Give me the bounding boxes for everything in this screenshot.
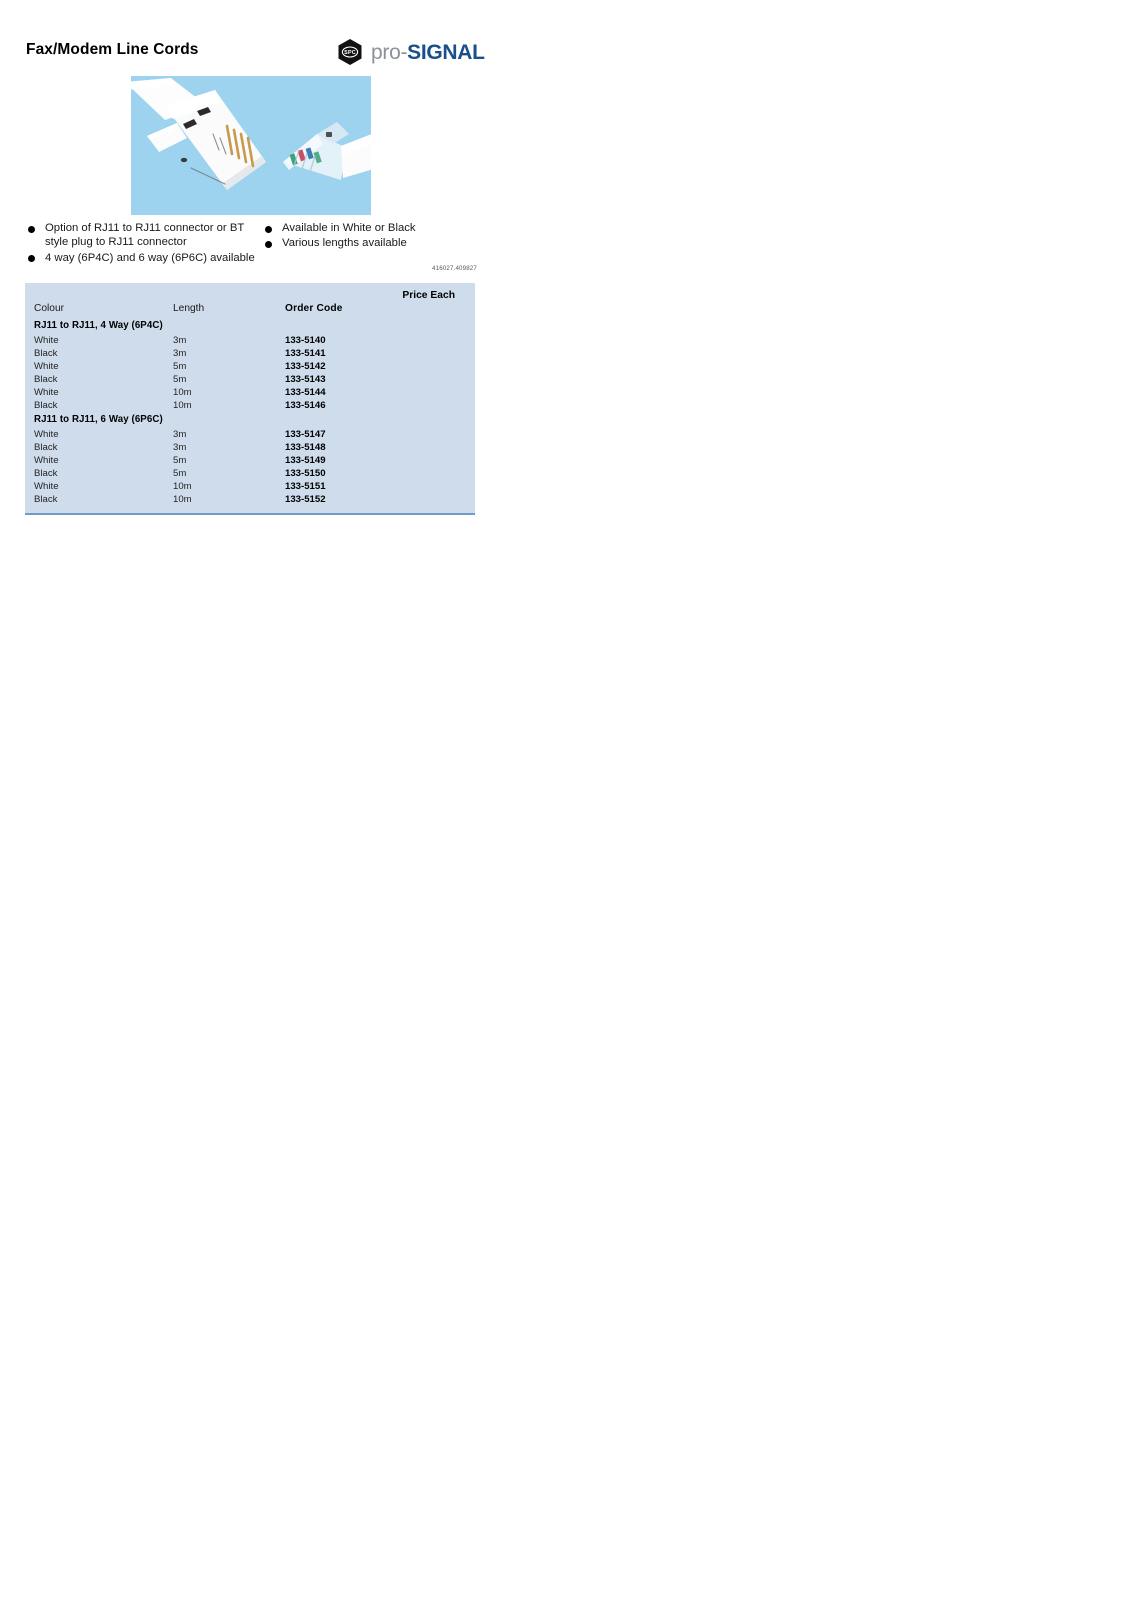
cell-length: 5m xyxy=(173,373,187,385)
datasheet-page: Fax/Modem Line Cords SPC pro-SIGNAL Opti… xyxy=(0,0,1131,1600)
feature-list: Option of RJ11 to RJ11 connector or BT s… xyxy=(26,221,476,269)
feature-item: Various lengths available xyxy=(263,236,478,250)
cell-colour: Black xyxy=(34,347,58,359)
cell-order-code[interactable]: 133-5144 xyxy=(285,387,326,398)
reference-code: 416027.409827 xyxy=(432,265,477,272)
cell-order-code[interactable]: 133-5141 xyxy=(285,348,326,359)
table-row: Black 5m 133-5150 xyxy=(25,468,475,481)
cell-colour: White xyxy=(34,334,59,346)
table-row: Black 5m 133-5143 xyxy=(25,374,475,387)
cell-colour: White xyxy=(34,454,59,466)
cell-order-code[interactable]: 133-5150 xyxy=(285,468,326,479)
table-row: Black 3m 133-5148 xyxy=(25,442,475,455)
table-row: White 3m 133-5140 xyxy=(25,335,475,348)
cell-order-code[interactable]: 133-5142 xyxy=(285,361,326,372)
cell-length: 3m xyxy=(173,334,187,346)
feature-column-left: Option of RJ11 to RJ11 connector or BT s… xyxy=(26,221,266,266)
cell-length: 3m xyxy=(173,428,187,440)
cell-colour: White xyxy=(34,480,59,492)
spc-hexagon-icon: SPC xyxy=(336,38,364,66)
cell-order-code[interactable]: 133-5147 xyxy=(285,429,326,440)
table-row: White 5m 133-5142 xyxy=(25,361,475,374)
feature-column-right: Available in White or Black Various leng… xyxy=(263,221,478,252)
column-header-order-code: Order Code xyxy=(285,303,343,314)
cell-order-code[interactable]: 133-5140 xyxy=(285,335,326,346)
cell-colour: White xyxy=(34,428,59,440)
bullet-icon xyxy=(28,255,35,263)
cell-colour: Black xyxy=(34,441,58,453)
table-group-label: RJ11 to RJ11, 4 Way (6P4C) xyxy=(34,320,163,331)
table-row: White 3m 133-5147 xyxy=(25,429,475,442)
table-row: Black 10m 133-5146 xyxy=(25,400,475,413)
cell-order-code[interactable]: 133-5149 xyxy=(285,455,326,466)
feature-item: 4 way (6P4C) and 6 way (6P6C) available xyxy=(26,251,266,265)
price-table-header: Price Each Colour Length Order Code xyxy=(25,283,475,319)
bullet-icon xyxy=(265,225,272,233)
table-group-header: RJ11 to RJ11, 4 Way (6P4C) xyxy=(25,319,475,335)
cell-order-code[interactable]: 133-5152 xyxy=(285,494,326,505)
feature-item: Available in White or Black xyxy=(263,221,478,235)
price-table: Price Each Colour Length Order Code RJ11… xyxy=(25,283,475,516)
bullet-icon xyxy=(28,225,35,233)
cell-colour: Black xyxy=(34,399,58,411)
cell-length: 10m xyxy=(173,480,192,492)
page-title: Fax/Modem Line Cords xyxy=(26,41,199,58)
cell-colour: White xyxy=(34,386,59,398)
price-each-header: Price Each xyxy=(402,290,455,301)
table-group-header: RJ11 to RJ11, 6 Way (6P6C) xyxy=(25,413,475,429)
cell-order-code[interactable]: 133-5143 xyxy=(285,374,326,385)
table-row: White 10m 133-5151 xyxy=(25,481,475,494)
cell-order-code[interactable]: 133-5146 xyxy=(285,400,326,411)
cell-length: 3m xyxy=(173,347,187,359)
table-row: White 10m 133-5144 xyxy=(25,387,475,400)
cell-colour: Black xyxy=(34,373,58,385)
cell-order-code[interactable]: 133-5148 xyxy=(285,442,326,453)
feature-text: Option of RJ11 to RJ11 connector or BT s… xyxy=(45,222,245,249)
brand-logo: SPC pro-SIGNAL xyxy=(336,38,485,66)
brand-wordmark: pro-SIGNAL xyxy=(371,42,485,63)
cell-length: 10m xyxy=(173,386,192,398)
table-row: Black 3m 133-5141 xyxy=(25,348,475,361)
column-header-colour: Colour xyxy=(34,303,65,314)
column-header-length: Length xyxy=(173,303,205,314)
feature-text: Various lengths available xyxy=(282,237,407,250)
table-group-label: RJ11 to RJ11, 6 Way (6P6C) xyxy=(34,414,163,426)
brand-wordmark-prefix: pro- xyxy=(371,40,408,64)
product-photo xyxy=(131,76,371,215)
bullet-icon xyxy=(265,240,272,248)
cell-colour: Black xyxy=(34,494,58,506)
cell-colour: White xyxy=(34,360,59,372)
table-row: Black 10m 133-5152 xyxy=(25,494,475,507)
feature-item: Option of RJ11 to RJ11 connector or BT s… xyxy=(26,221,266,250)
price-table-body: RJ11 to RJ11, 4 Way (6P4C) White 3m 133-514… xyxy=(25,319,475,513)
cell-order-code[interactable]: 133-5151 xyxy=(285,481,326,492)
cell-length: 5m xyxy=(173,467,187,479)
cell-length: 5m xyxy=(173,454,187,466)
table-row: White 5m 133-5149 xyxy=(25,455,475,468)
cell-length: 10m xyxy=(173,494,192,506)
svg-text:SPC: SPC xyxy=(344,50,356,56)
feature-text: Available in White or Black xyxy=(282,222,416,234)
cell-length: 10m xyxy=(173,399,192,411)
brand-wordmark-suffix: SIGNAL xyxy=(407,40,485,64)
cell-length: 5m xyxy=(173,360,187,372)
feature-text: 4 way (6P4C) and 6 way (6P6C) available xyxy=(45,251,255,264)
cell-length: 3m xyxy=(173,441,187,453)
cell-colour: Black xyxy=(34,467,58,479)
column-header-row: Colour Length Order Code xyxy=(25,303,475,319)
